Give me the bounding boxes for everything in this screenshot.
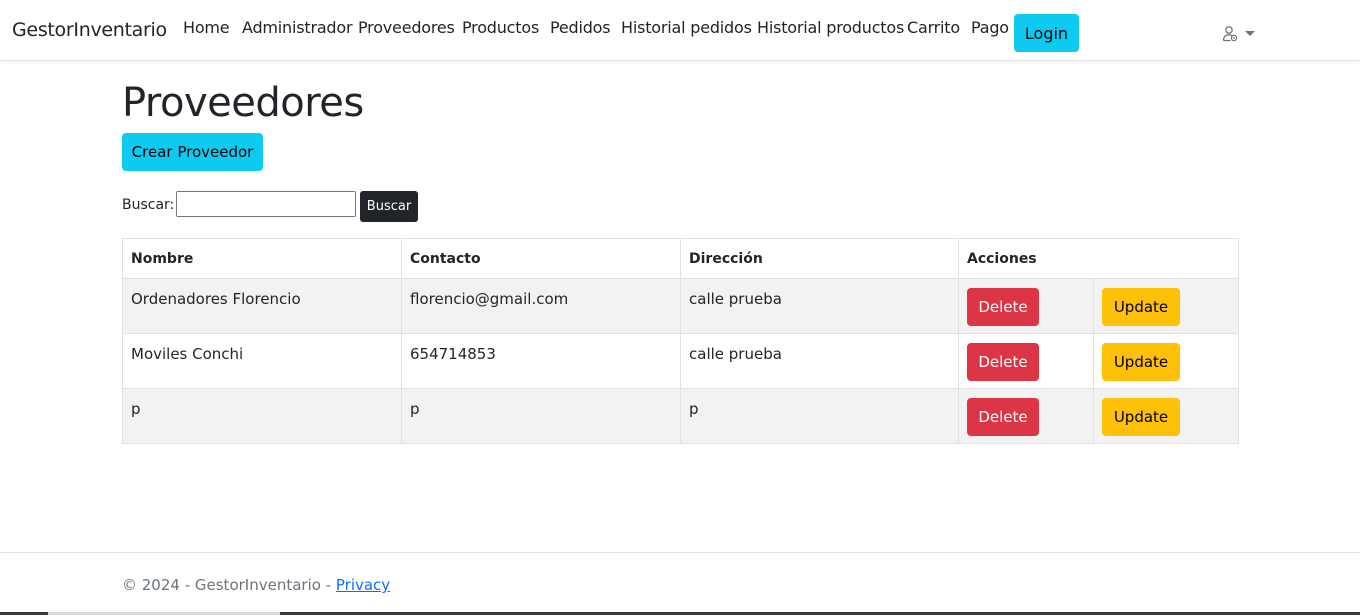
cell-delete: Delete (958, 333, 1094, 389)
table-row: Ordenadores Florencio florencio@gmail.co… (122, 278, 1239, 334)
delete-button[interactable]: Delete (967, 398, 1039, 436)
nav-link-administrador[interactable]: Administrador (242, 18, 353, 37)
delete-button[interactable]: Delete (967, 343, 1039, 381)
privacy-link[interactable]: Privacy (336, 576, 390, 594)
delete-button[interactable]: Delete (967, 288, 1039, 326)
footer-text: © 2024 - GestorInventario - Privacy (122, 576, 390, 594)
proveedores-table: Nombre Contacto Dirección Acciones Orden… (122, 238, 1239, 444)
cell-direccion: p (680, 388, 959, 444)
user-menu-toggle[interactable] (1222, 25, 1256, 43)
nav-link-proveedores[interactable]: Proveedores (358, 18, 455, 37)
nav-link-pago[interactable]: Pago (971, 18, 1009, 37)
login-button[interactable]: Login (1014, 14, 1079, 52)
cell-contacto: p (401, 388, 681, 444)
update-button[interactable]: Update (1102, 343, 1180, 381)
cell-nombre: Moviles Conchi (122, 333, 402, 389)
cell-update: Update (1093, 278, 1239, 334)
header-acciones: Acciones (958, 238, 1239, 279)
update-button[interactable]: Update (1102, 398, 1180, 436)
cell-update: Update (1093, 333, 1239, 389)
nav-link-historial-productos[interactable]: Historial productos (757, 18, 904, 37)
nav-link-home[interactable]: Home (183, 18, 230, 37)
search-label: Buscar: (122, 197, 175, 213)
header-direccion: Dirección (680, 238, 959, 279)
cell-direccion: calle prueba (680, 278, 959, 334)
nav-link-historial-pedidos[interactable]: Historial pedidos (621, 18, 752, 37)
cell-contacto: 654714853 (401, 333, 681, 389)
cell-nombre: Ordenadores Florencio (122, 278, 402, 334)
brand-link[interactable]: GestorInventario (12, 19, 167, 41)
search-button[interactable]: Buscar (360, 191, 418, 222)
nav-link-pedidos[interactable]: Pedidos (550, 18, 611, 37)
page-title: Proveedores (122, 80, 364, 126)
footer: © 2024 - GestorInventario - Privacy (0, 552, 1360, 616)
table-row: p p p Delete Update (122, 388, 1239, 444)
search-input[interactable] (176, 191, 356, 217)
create-proveedor-button[interactable]: Crear Proveedor (122, 133, 263, 171)
cell-update: Update (1093, 388, 1239, 444)
footer-copyright: © 2024 - GestorInventario - (122, 576, 336, 594)
table-header-row: Nombre Contacto Dirección Acciones (122, 238, 1239, 279)
cell-nombre: p (122, 388, 402, 444)
cell-delete: Delete (958, 278, 1094, 334)
header-nombre: Nombre (122, 238, 402, 279)
table-row: Moviles Conchi 654714853 calle prueba De… (122, 333, 1239, 389)
navbar: GestorInventario Home Administrador Prov… (0, 0, 1360, 61)
proveedores-table-wrapper: Nombre Contacto Dirección Acciones Orden… (122, 238, 1239, 444)
cell-delete: Delete (958, 388, 1094, 444)
nav-link-productos[interactable]: Productos (462, 18, 539, 37)
caret-down-icon (1245, 31, 1255, 36)
cell-direccion: calle prueba (680, 333, 959, 389)
update-button[interactable]: Update (1102, 288, 1180, 326)
cell-contacto: florencio@gmail.com (401, 278, 681, 334)
header-contacto: Contacto (401, 238, 681, 279)
nav-link-carrito[interactable]: Carrito (907, 18, 960, 37)
